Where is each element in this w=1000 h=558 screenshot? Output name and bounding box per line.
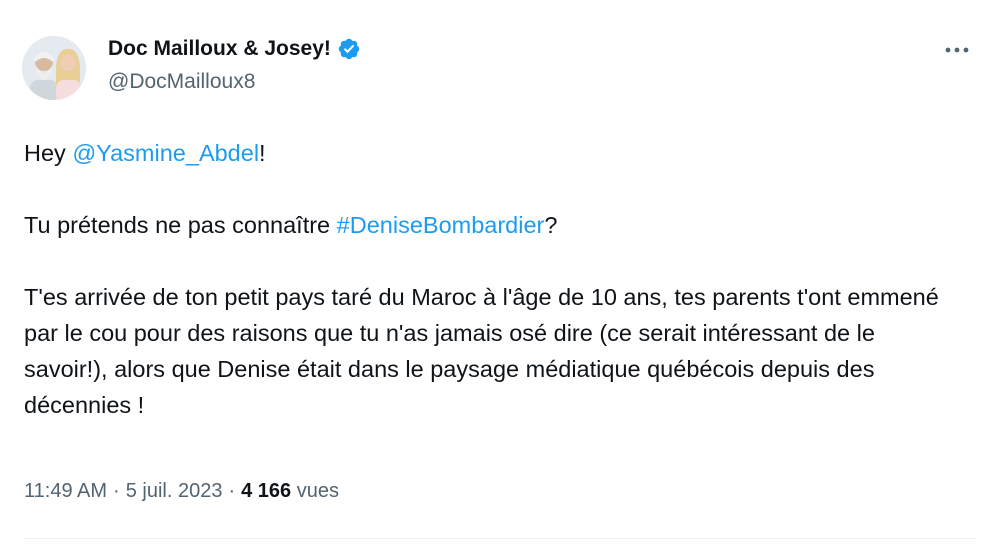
meta-separator: · [113,480,120,502]
question-suffix: ? [544,212,558,238]
tweet-meta: 11:49 AM · 5 juil. 2023 · 4 166 vues [24,480,339,503]
tweet-time[interactable]: 11:49 AM [24,480,107,502]
hashtag-link[interactable]: #DeniseBombardier [337,212,545,238]
tweet-line-greeting: Hey @Yasmine_Abdel! [24,135,964,171]
tweet-text: Hey @Yasmine_Abdel! Tu prétends ne pas c… [24,135,964,423]
author-display-name[interactable]: Doc Mailloux & Josey! [108,37,331,61]
tweet-line-paragraph: T'es arrivée de ton petit pays taré du M… [24,284,939,418]
avatar-image [22,36,86,100]
more-options-icon[interactable] [942,38,972,62]
verified-badge-icon[interactable] [337,37,361,61]
views-label: vues [296,480,339,502]
author-handle[interactable]: @DocMailloux8 [108,70,255,94]
divider [24,538,976,539]
tweet-card: Doc Mailloux & Josey! @DocMailloux8 Hey … [0,0,1000,558]
greeting-suffix: ! [259,140,266,166]
views-count[interactable]: 4 166 [241,480,291,502]
question-text: Tu prétends ne pas connaître [24,212,337,238]
meta-separator: · [228,480,236,502]
greeting-text: Hey [24,140,73,166]
tweet-line-question: Tu prétends ne pas connaître #DeniseBomb… [24,207,964,243]
author-name-row[interactable]: Doc Mailloux & Josey! [108,34,361,64]
tweet-date[interactable]: 5 juil. 2023 [126,480,223,502]
mention-link[interactable]: @Yasmine_Abdel [72,140,259,166]
avatar[interactable] [22,36,86,100]
